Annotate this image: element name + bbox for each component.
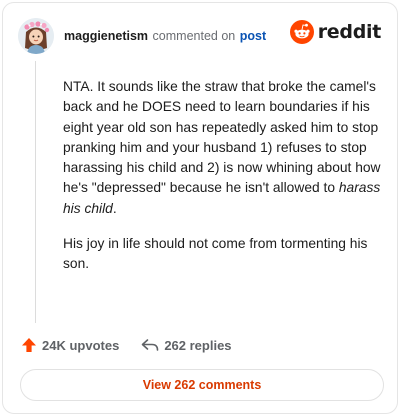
reddit-logo[interactable]: reddit — [289, 20, 382, 44]
upvote-button[interactable]: 24K upvotes — [21, 337, 119, 353]
comment-paragraph: His joy in life should not come from tor… — [63, 236, 368, 272]
comment-body: NTA. It sounds like the straw that broke… — [63, 77, 383, 290]
comment-paragraph: NTA. It sounds like the straw that broke… — [63, 77, 383, 219]
avatar-icon — [18, 18, 54, 54]
reply-arrow-icon — [142, 339, 159, 351]
username[interactable]: maggienetism — [64, 29, 148, 43]
reply-count: 262 replies — [164, 337, 232, 353]
comment-text: NTA. It sounds like the straw that broke… — [63, 79, 381, 196]
reddit-logo-icon — [289, 20, 314, 44]
comment-footer: 24K upvotes 262 replies — [21, 337, 232, 353]
comment-header: maggienetism commented on post — [64, 29, 266, 43]
user-avatar[interactable] — [18, 18, 54, 54]
post-link[interactable]: post — [240, 29, 266, 43]
header-action-text: commented on — [152, 29, 236, 43]
upvote-count: 24K upvotes — [42, 337, 120, 353]
view-comments-button[interactable]: View 262 comments — [20, 369, 384, 401]
comment-text-end: . — [112, 200, 117, 216]
upvote-arrow-icon — [22, 338, 36, 352]
reddit-wordmark: reddit — [317, 21, 382, 43]
thread-line[interactable] — [35, 61, 36, 323]
replies-button[interactable]: 262 replies — [141, 337, 232, 353]
comment-card: maggienetism commented on post reddit NT… — [2, 2, 398, 414]
